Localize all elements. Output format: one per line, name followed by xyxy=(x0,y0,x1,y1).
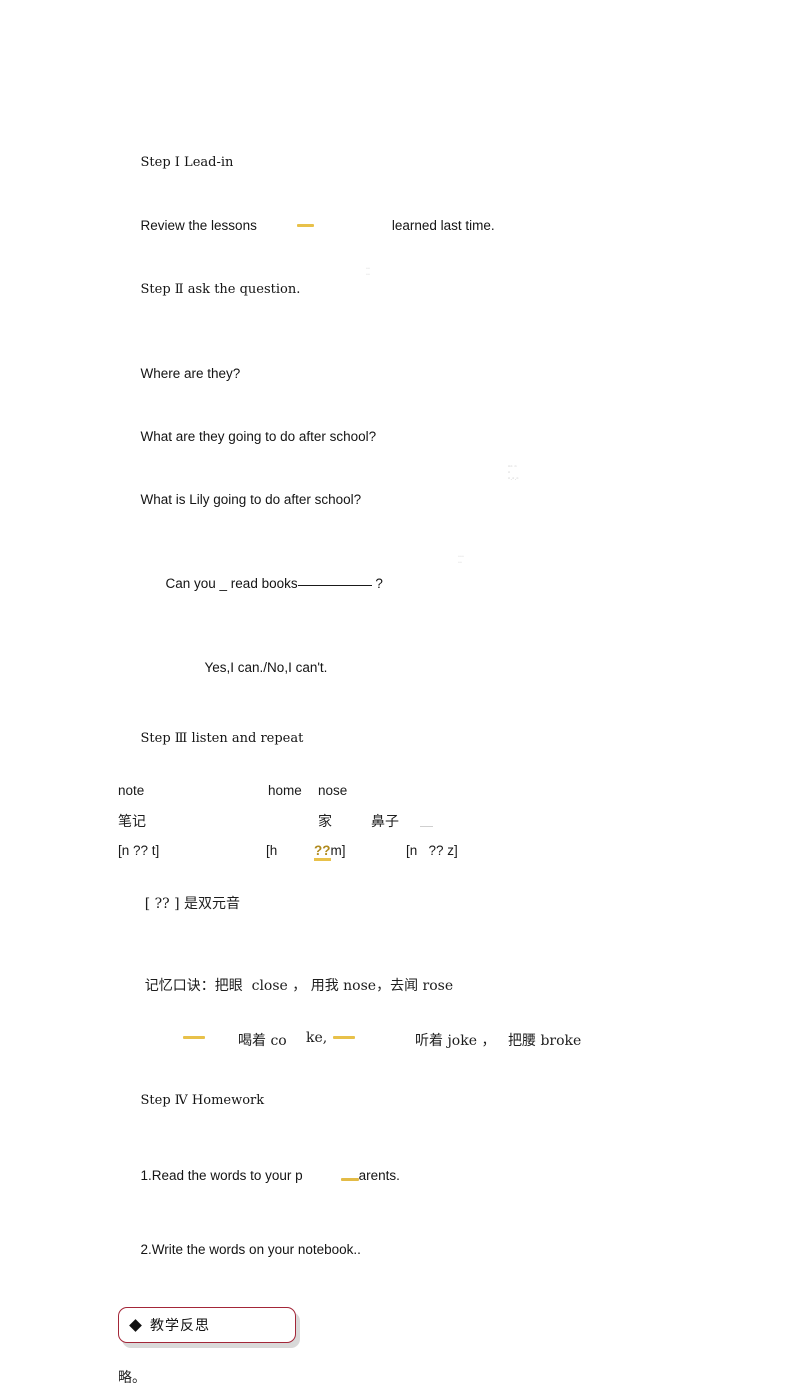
mnemonic-seg-1: 喝着 co xyxy=(238,1033,287,1049)
prompt-before-text: Can you _ read books xyxy=(165,576,298,591)
question-2-text: What are they going to do after school? xyxy=(140,429,377,444)
meaning-home: 家 xyxy=(318,814,332,830)
phonetic-home-close: m] xyxy=(330,843,346,858)
step2-heading: Step Ⅱ ask the question. ▫▫ ▫▫ xyxy=(118,257,718,342)
question-3-text: What is Lily going to do after school? xyxy=(140,492,362,507)
homework-1-before-text: 1.Read the words to your p xyxy=(140,1168,303,1183)
vocab-word-home: home xyxy=(268,783,302,798)
step3-heading-text: Step Ⅲ listen and repeat xyxy=(140,731,304,746)
reflection-label: 教学反思 xyxy=(150,1318,210,1334)
mnemonic-line-1: 记忆口诀：把眼 close ， 用我 nose，去闻 rose xyxy=(118,955,718,1018)
phonetic-home-open: [h xyxy=(266,843,278,858)
fill-in-blank-rule xyxy=(297,585,372,586)
meaning-note: 笔记 xyxy=(118,814,146,830)
question-1-text: Where are they? xyxy=(140,366,241,381)
vocab-word-nose: nose xyxy=(318,783,348,798)
step2-question-2: What are they going to do after school? xyxy=(118,405,718,468)
step4-heading: Step Ⅳ Homework xyxy=(118,1068,718,1132)
phonetic-row: [n ?? t] [h ??m] [n ?? z] xyxy=(118,843,718,869)
vocab-word-row: note home nose xyxy=(118,783,718,804)
highlight-dash-icon-2 xyxy=(183,1036,205,1039)
homework-item-2: 2.Write the words on your notebook.. xyxy=(118,1218,718,1281)
answer-text: Yes,I can./No,I can't. xyxy=(204,660,328,675)
diamond-bullet-icon xyxy=(129,1318,142,1332)
phonetic-home-vowel-highlight: ?? xyxy=(314,843,331,861)
highlight-dash-icon xyxy=(296,224,314,227)
mnemonic-seg-3: 听着 joke ， xyxy=(415,1033,496,1049)
step2-heading-text: Step Ⅱ ask the question. xyxy=(140,282,301,297)
step1-review-line: Review the lessons learned last time. xyxy=(118,194,718,257)
lesson-plan-content: Step Ⅰ Lead-in Review the lessons learned… xyxy=(118,130,718,1387)
reflection-section: 教学反思 xyxy=(118,1307,300,1348)
step1-heading: Step Ⅰ Lead-in xyxy=(118,130,718,194)
scan-smudge-icon-1: ▫▫ ▫▫ xyxy=(366,266,370,278)
reflection-note: 略。 xyxy=(118,1370,146,1386)
step2-question-3: What is Lily going to do after school? ▫… xyxy=(118,464,718,552)
review-after-text: learned last time. xyxy=(391,218,495,233)
scan-smudge-icon-2: ▫▫ ▫ ▫ ▫.▫.▫ xyxy=(508,464,519,482)
homework-item-1: 1.Read the words to your p arents. xyxy=(118,1144,718,1207)
review-before-text: Review the lessons xyxy=(140,218,257,233)
mnemonic-seg-4: 把腰 broke xyxy=(508,1033,582,1049)
phonetic-nose: [n ?? z] xyxy=(406,843,458,858)
step2-answer-line: Yes,I can./No,I can't. xyxy=(118,636,718,699)
document-page: Step Ⅰ Lead-in Review the lessons learned… xyxy=(0,0,800,1386)
mnemonic-seg-2: ke, xyxy=(306,1030,328,1046)
step3-heading: Step Ⅲ listen and repeat xyxy=(118,706,718,770)
reflection-box: 教学反思 xyxy=(118,1307,296,1343)
vowel-note-text: [ ?? ] 是双元音 xyxy=(144,896,240,912)
mnemonic-line-1-text: 记忆口诀：把眼 close ， 用我 nose，去闻 rose xyxy=(144,978,454,994)
phonetic-note: [n ?? t] xyxy=(118,843,160,858)
highlight-dash-icon-3 xyxy=(333,1036,355,1039)
meaning-nose: 鼻子 xyxy=(371,814,399,830)
step1-heading-text: Step Ⅰ Lead-in xyxy=(140,155,234,170)
vocab-word-note: note xyxy=(118,783,145,798)
step2-question-1: Where are they? xyxy=(118,342,718,405)
scan-smudge-icon-3: ▫▫▫ ▫▫ xyxy=(458,554,464,566)
homework-1-after-text: arents. xyxy=(358,1168,400,1183)
mnemonic-line-2: 喝着 co ke, 听着 joke ， 把腰 broke xyxy=(118,1030,718,1056)
step2-prompt-line: Can you _ read books ? ▫▫▫ ▫▫ xyxy=(118,552,718,636)
vocab-meaning-row: 笔记 家 鼻子 xyxy=(118,811,718,836)
highlight-underscore-icon xyxy=(340,1178,359,1181)
scan-dash-icon xyxy=(420,826,433,827)
step4-heading-text: Step Ⅳ Homework xyxy=(140,1093,265,1108)
vowel-note-line: [ ?? ] 是双元音 xyxy=(118,873,718,936)
homework-2-text: 2.Write the words on your notebook.. xyxy=(140,1242,361,1257)
prompt-after-text: ? xyxy=(375,576,383,591)
